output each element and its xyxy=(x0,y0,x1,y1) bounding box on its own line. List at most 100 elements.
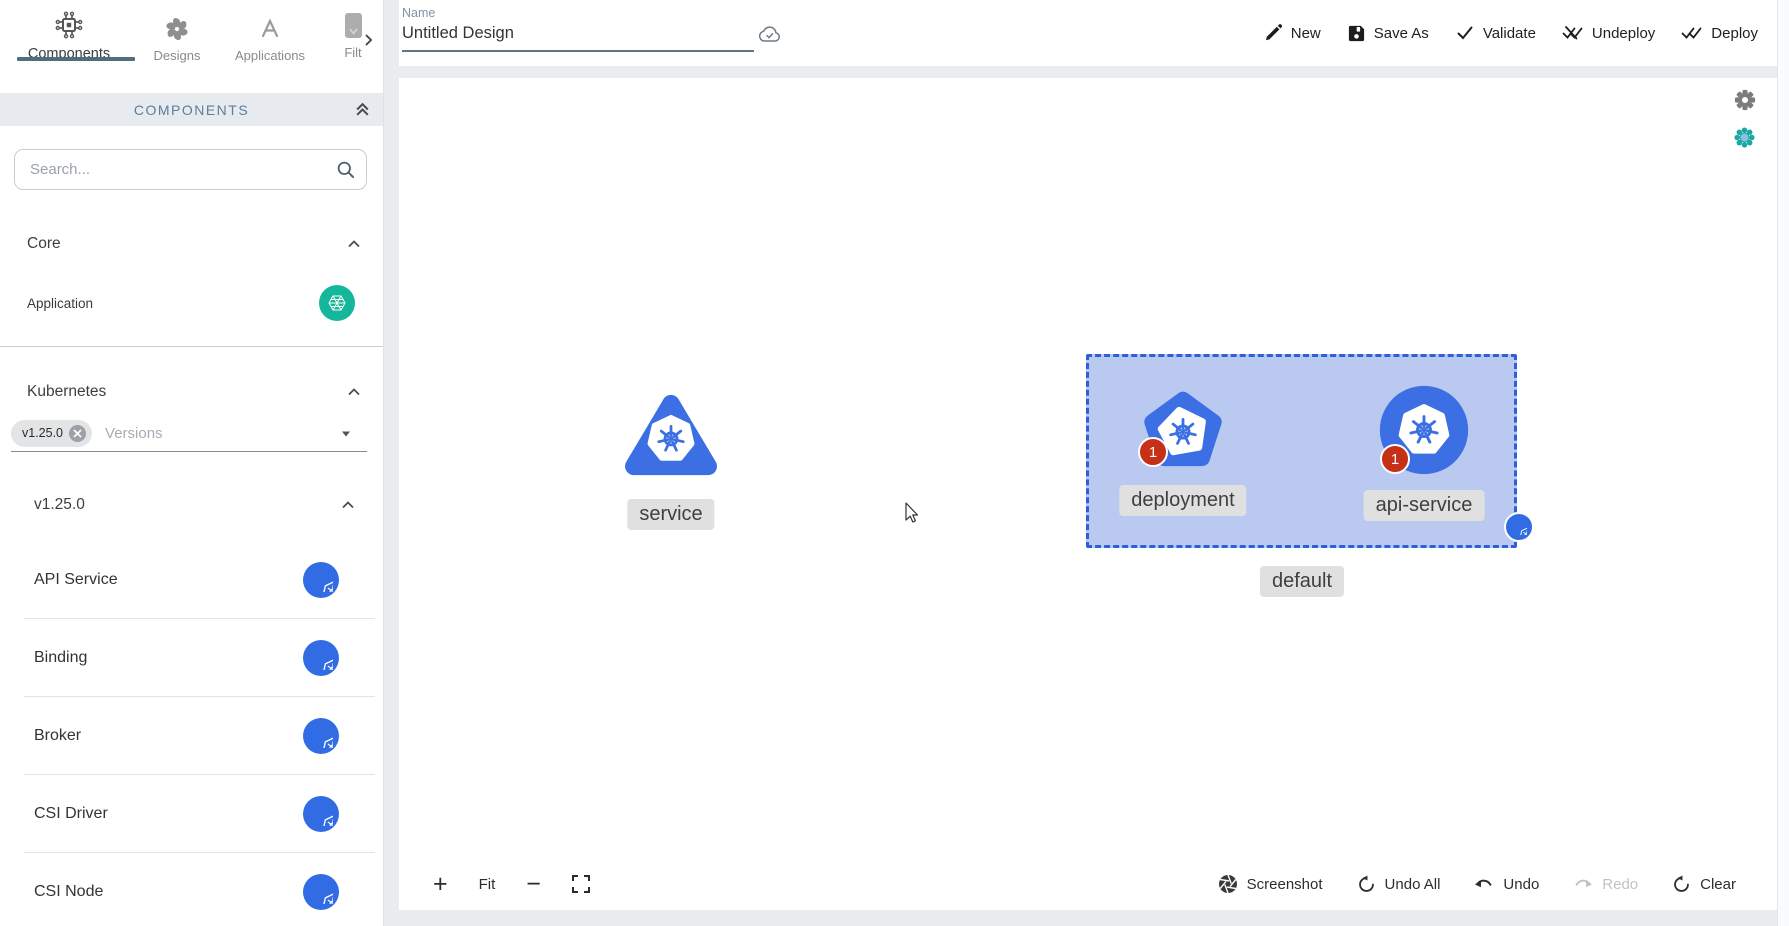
canvas-settings-button[interactable] xyxy=(1734,89,1756,111)
kubernetes-icon xyxy=(303,796,339,832)
validate-button-label: Validate xyxy=(1483,25,1536,42)
check-icon xyxy=(1455,23,1475,43)
item-label: CSI Driver xyxy=(34,805,108,823)
tab-applications[interactable]: Applications xyxy=(224,16,316,63)
rotate-left-icon xyxy=(1672,875,1691,894)
gear-icon xyxy=(1734,89,1756,111)
component-item-broker[interactable]: Broker xyxy=(0,697,383,775)
search-input[interactable] xyxy=(28,160,336,179)
version-chip: v1.25.0 xyxy=(11,420,92,447)
item-label: API Service xyxy=(34,571,118,589)
validate-button[interactable]: Validate xyxy=(1455,23,1536,43)
kubernetes-icon xyxy=(303,874,339,910)
tab-components[interactable]: Components xyxy=(8,10,130,62)
chevron-right-icon xyxy=(361,32,377,48)
node-label-service: service xyxy=(627,499,714,530)
designs-icon xyxy=(146,16,208,42)
panel-title: COMPONENTS xyxy=(134,102,249,118)
zoom-in-button[interactable]: + xyxy=(433,872,448,897)
component-item-application[interactable]: Application xyxy=(0,283,383,323)
fit-button[interactable]: Fit xyxy=(479,876,496,893)
sidebar-tabbar: Components De xyxy=(0,0,383,81)
undeploy-button[interactable]: Undeploy xyxy=(1562,23,1655,43)
new-button[interactable]: New xyxy=(1263,23,1321,43)
fullscreen-button[interactable] xyxy=(572,875,590,893)
node-service[interactable] xyxy=(622,390,720,480)
section-version-group: v1.25.0 xyxy=(0,492,383,518)
component-item-binding[interactable]: Binding xyxy=(0,619,383,697)
version-chip-label: v1.25.0 xyxy=(22,426,63,440)
clear-label: Clear xyxy=(1700,876,1736,893)
kubernetes-collapse-button[interactable] xyxy=(347,385,361,399)
redo-button[interactable]: Redo xyxy=(1573,875,1638,893)
search-icon xyxy=(336,160,356,180)
component-item-api-service[interactable]: API Service xyxy=(0,541,383,619)
fullscreen-icon xyxy=(572,875,590,893)
double-check-icon xyxy=(1681,23,1703,43)
kubernetes-context-icon xyxy=(1733,126,1756,149)
node-badge-deployment: 1 xyxy=(1138,437,1168,467)
sidebar-divider xyxy=(0,346,383,347)
undo-all-label: Undo All xyxy=(1385,876,1441,893)
search-box xyxy=(14,149,367,190)
section-kubernetes: Kubernetes xyxy=(0,379,383,405)
kubernetes-icon xyxy=(303,562,339,598)
versions-placeholder: Versions xyxy=(105,425,163,442)
version-group-collapse-button[interactable] xyxy=(341,498,355,512)
application-meshery-icon xyxy=(319,285,355,321)
topbar-actions: New Save As Validate xyxy=(1263,0,1758,66)
section-core: Core xyxy=(0,231,383,257)
design-name-input[interactable] xyxy=(402,20,754,52)
version-group-title: v1.25.0 xyxy=(34,496,85,514)
undo-arrow-icon xyxy=(1474,875,1494,893)
zoom-out-button[interactable]: − xyxy=(526,872,541,897)
clear-button[interactable]: Clear xyxy=(1672,875,1736,894)
kubernetes-icon xyxy=(303,640,339,676)
core-collapse-button[interactable] xyxy=(347,237,361,251)
deploy-button[interactable]: Deploy xyxy=(1681,23,1758,43)
canvas-bottom-toolbar: + Fit − xyxy=(399,862,1778,906)
node-label-deployment: deployment xyxy=(1119,485,1246,516)
undo-label: Undo xyxy=(1503,876,1539,893)
zoom-controls: + Fit − xyxy=(433,872,590,897)
design-topbar: Name New xyxy=(399,0,1778,66)
tab-designs[interactable]: Designs xyxy=(146,16,208,63)
name-field-label: Name xyxy=(402,6,756,20)
undo-button[interactable]: Undo xyxy=(1474,875,1539,893)
versions-select[interactable]: v1.25.0 Versions xyxy=(11,415,367,452)
undo-all-button[interactable]: Undo All xyxy=(1357,875,1441,894)
tab-applications-label: Applications xyxy=(224,48,316,63)
chevron-up-icon xyxy=(347,237,361,251)
caret-down-icon[interactable] xyxy=(339,429,353,439)
applications-icon xyxy=(224,16,316,42)
page-scrollbar[interactable] xyxy=(1777,0,1789,926)
sidebar: Components De xyxy=(0,0,384,926)
double-chevron-up-icon xyxy=(354,101,371,118)
item-label: Broker xyxy=(34,727,81,745)
design-name-field: Name xyxy=(402,6,756,52)
kubernetes-context-button[interactable] xyxy=(1733,126,1756,149)
kubernetes-icon xyxy=(303,718,339,754)
undeploy-button-label: Undeploy xyxy=(1592,25,1655,42)
remove-version-button[interactable] xyxy=(69,425,86,442)
chevron-up-icon xyxy=(347,385,361,399)
mouse-cursor xyxy=(901,501,923,525)
pencil-icon xyxy=(1263,23,1283,43)
collapse-panel-button[interactable] xyxy=(354,101,371,118)
tab-designs-label: Designs xyxy=(146,48,208,63)
redo-arrow-icon xyxy=(1573,875,1593,893)
design-canvas[interactable]: service 1 deployment 1 api-service defau… xyxy=(399,78,1778,910)
screenshot-button[interactable]: Screenshot xyxy=(1218,874,1323,894)
component-item-csi-driver[interactable]: CSI Driver xyxy=(0,775,383,853)
node-label-api-service: api-service xyxy=(1364,490,1485,521)
redo-label: Redo xyxy=(1602,876,1638,893)
save-as-button[interactable]: Save As xyxy=(1347,24,1429,43)
group-kubernetes-badge[interactable] xyxy=(1504,512,1534,542)
components-panel-header: COMPONENTS xyxy=(0,93,383,126)
double-check-crossed-icon xyxy=(1562,23,1584,43)
screenshot-label: Screenshot xyxy=(1247,876,1323,893)
node-badge-api-service: 1 xyxy=(1380,444,1410,474)
component-item-csi-node[interactable]: CSI Node xyxy=(0,853,383,926)
tabs-scroll-right-button[interactable] xyxy=(361,32,377,48)
group-label-default: default xyxy=(1260,566,1344,597)
